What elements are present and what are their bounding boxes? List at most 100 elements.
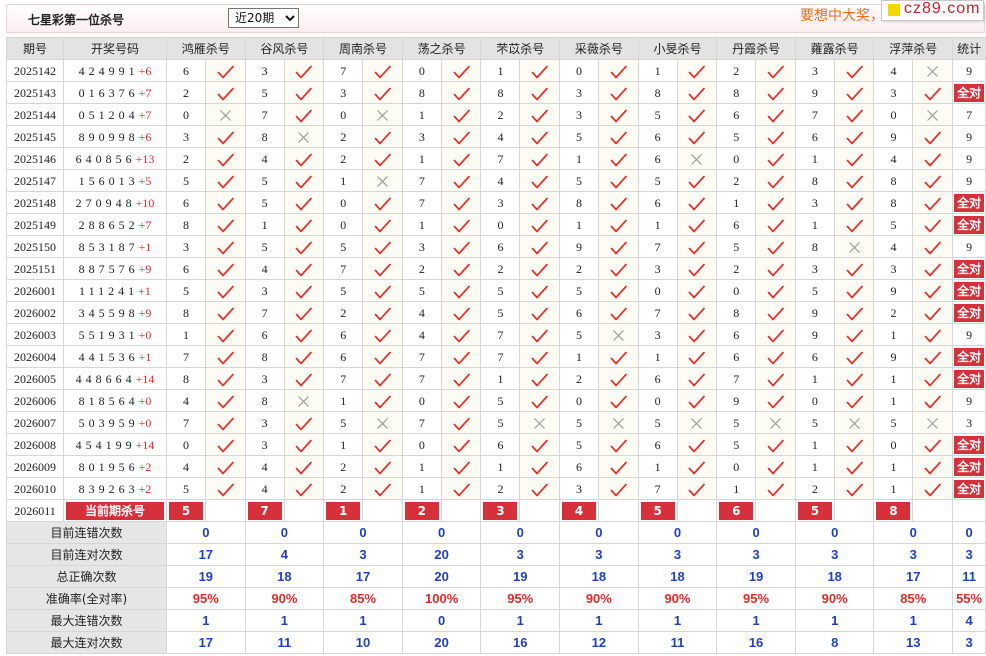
kill-result-cell: [519, 169, 561, 192]
check-icon: [610, 285, 627, 299]
header-row: 期号 开奖号码 鸿雁杀号 谷风杀号 周南杀号 荡之杀号 芣苡杀号 采薇杀号 小旻杀号 丹霞杀号 蕹露…: [6, 37, 986, 60]
kill-number-cell: 8: [166, 301, 206, 324]
all-correct-badge: 全对: [954, 479, 985, 498]
kill-number-cell: 3: [559, 81, 600, 104]
check-icon: [924, 197, 942, 211]
kill-number-cell: 9: [873, 279, 914, 302]
kill-number-cell: 8: [244, 345, 285, 368]
kill-number-cell: 7: [323, 59, 364, 82]
kill-number-cell: 0: [559, 59, 600, 82]
current-kill-cell: 7: [244, 499, 285, 522]
draw-numbers-cell: 448664+14: [63, 367, 167, 390]
check-icon: [767, 285, 784, 299]
kill-number-cell: 4: [873, 147, 914, 170]
draw-main-numbers: 818564: [78, 393, 139, 408]
table-row: 2025149 288652+7 8 1 0 1 0 1 1 6 1 5 全对: [6, 213, 986, 236]
kill-number-cell: 5: [166, 477, 206, 500]
check-icon: [846, 329, 863, 343]
kill-number-cell: 6: [716, 213, 757, 236]
kill-number-cell: 0: [401, 59, 442, 82]
kill-number-cell: 0: [873, 103, 914, 126]
kill-number-cell: 1: [480, 59, 521, 82]
check-icon: [217, 285, 234, 299]
period-cell: 2025147: [6, 169, 64, 192]
check-icon: [295, 241, 313, 255]
row-stat-cell: 9: [952, 59, 986, 82]
site-logo[interactable]: cz89.com: [881, 0, 984, 21]
kill-result-cell: [362, 169, 403, 192]
kill-result-cell: [205, 367, 246, 390]
kill-result-cell: [440, 213, 482, 236]
check-icon: [217, 175, 234, 189]
kill-number-cell: 5: [480, 411, 521, 434]
summary-value: 3: [794, 543, 875, 566]
kill-result-cell: [440, 279, 482, 302]
all-correct-badge: 全对: [954, 215, 985, 234]
kill-result-cell: [362, 389, 403, 412]
draw-special-number: +9: [138, 261, 152, 276]
table-row: 2025151 887576+9 6 4 7 2 2 2 3 2 3 3 全对: [6, 257, 986, 280]
kill-number-cell: 5: [323, 411, 364, 434]
kill-result-cell: [598, 147, 639, 170]
all-correct-badge: 全对: [954, 193, 985, 212]
kill-result-cell: [205, 389, 246, 412]
period-cell: 2026009: [6, 455, 64, 478]
current-kill-number: 1: [326, 501, 361, 520]
kill-number-cell: 7: [480, 323, 521, 346]
draw-numbers-cell: 424991+6: [63, 59, 167, 82]
summary-label: 最大连错次数: [6, 609, 167, 632]
current-empty-cell: [283, 499, 325, 522]
kill-number-cell: 8: [244, 125, 285, 148]
check-icon: [531, 395, 549, 409]
kill-result-cell: [755, 389, 796, 412]
check-icon: [374, 461, 391, 475]
period-range-select[interactable]: 近20期: [228, 8, 299, 28]
period-cell: 2025150: [6, 235, 64, 258]
check-icon: [924, 307, 942, 321]
col-expert-header: 谷风杀号: [244, 37, 325, 60]
check-icon: [767, 175, 784, 189]
kill-result-cell: [440, 81, 482, 104]
kill-result-cell: [519, 213, 561, 236]
draw-special-number: +9: [138, 305, 152, 320]
kill-result-cell: [912, 279, 954, 302]
kill-result-cell: [755, 191, 796, 214]
check-icon: [688, 87, 706, 101]
check-icon: [453, 307, 470, 321]
current-empty-cell: [676, 499, 718, 522]
row-stat-cell: 全对: [952, 455, 986, 478]
kill-number-cell: 3: [873, 257, 914, 280]
check-icon: [295, 329, 313, 343]
check-icon: [453, 219, 470, 233]
check-icon: [688, 109, 706, 123]
check-icon: [217, 87, 234, 101]
kill-result-cell: [205, 279, 246, 302]
summary-value: 1: [166, 609, 246, 632]
kill-result-cell: [205, 103, 246, 126]
check-icon: [610, 373, 627, 387]
check-icon: [610, 395, 627, 409]
kill-result-cell: [598, 279, 639, 302]
kill-result-cell: [519, 125, 561, 148]
kill-result-cell: [833, 279, 875, 302]
table-row: 2025143 016376+7 2 5 3 8 8 3 8 8 9 3 全对: [6, 81, 986, 104]
row-stat-cell: 9: [952, 323, 986, 346]
kill-result-cell: [755, 235, 796, 258]
kill-result-cell: [205, 191, 246, 214]
kill-result-cell: [519, 323, 561, 346]
check-icon: [295, 351, 313, 365]
all-correct-badge: 全对: [954, 259, 985, 278]
check-icon: [217, 461, 234, 475]
promo-text[interactable]: 要想中大奖，: [800, 5, 884, 25]
kill-number-cell: 7: [716, 367, 757, 390]
draw-main-numbers: 111241: [79, 283, 139, 298]
check-icon: [767, 351, 784, 365]
kill-result-cell: [283, 411, 325, 434]
kill-result-cell: [912, 323, 954, 346]
kill-result-cell: [283, 367, 325, 390]
kill-result-cell: [912, 257, 954, 280]
current-empty-cell: [362, 499, 403, 522]
kill-result-cell: [598, 59, 639, 82]
kill-result-cell: [283, 235, 325, 258]
check-icon: [846, 307, 863, 321]
